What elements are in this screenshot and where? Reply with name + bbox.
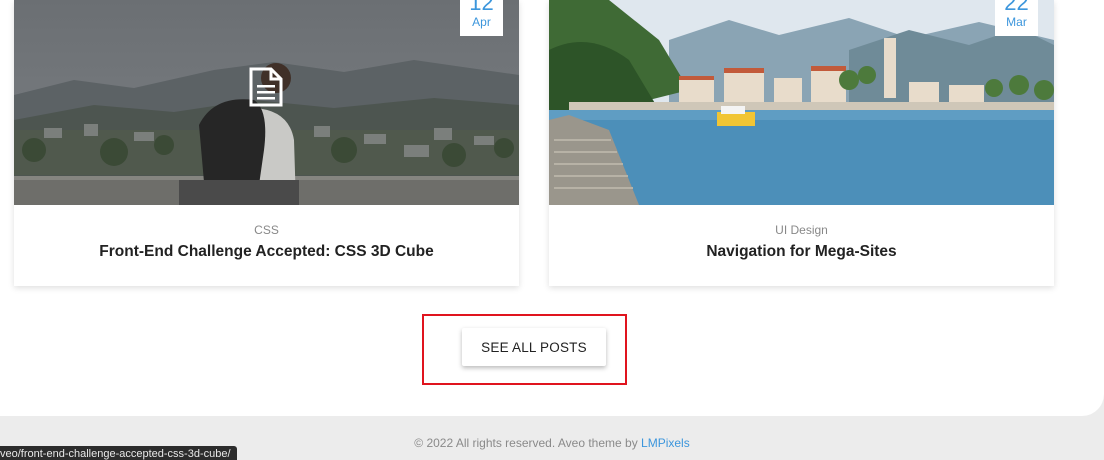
footer-text: © 2022 All rights reserved. Aveo theme b… <box>414 436 642 450</box>
post-card-css-3d-cube[interactable]: 12 Apr CSS Front-End Challenge Accepted:… <box>14 0 519 286</box>
post-date-month: Mar <box>1006 15 1027 29</box>
post-title[interactable]: Front-End Challenge Accepted: CSS 3D Cub… <box>14 243 519 261</box>
see-all-posts-button[interactable]: SEE ALL POSTS <box>462 328 606 366</box>
post-date-month: Apr <box>472 15 491 29</box>
post-thumbnail[interactable] <box>549 0 1054 205</box>
post-date-day: 22 <box>1004 0 1029 15</box>
content-panel: 12 Apr CSS Front-End Challenge Accepted:… <box>0 0 1104 416</box>
post-card-navigation-mega-sites[interactable]: 22 Mar UI Design Navigation for Mega-Sit… <box>549 0 1054 286</box>
document-icon <box>248 66 284 108</box>
post-date-badge: 22 Mar <box>995 0 1038 36</box>
post-category[interactable]: CSS <box>14 223 519 237</box>
post-thumbnail[interactable] <box>14 0 519 205</box>
post-category[interactable]: UI Design <box>549 223 1054 237</box>
post-title[interactable]: Navigation for Mega-Sites <box>549 243 1054 261</box>
footer-link-lmpixels[interactable]: LMPixels <box>641 436 690 450</box>
browser-status-url: veo/front-end-challenge-accepted-css-3d-… <box>0 446 237 460</box>
post-date-badge: 12 Apr <box>460 0 503 36</box>
post-date-day: 12 <box>469 0 494 15</box>
